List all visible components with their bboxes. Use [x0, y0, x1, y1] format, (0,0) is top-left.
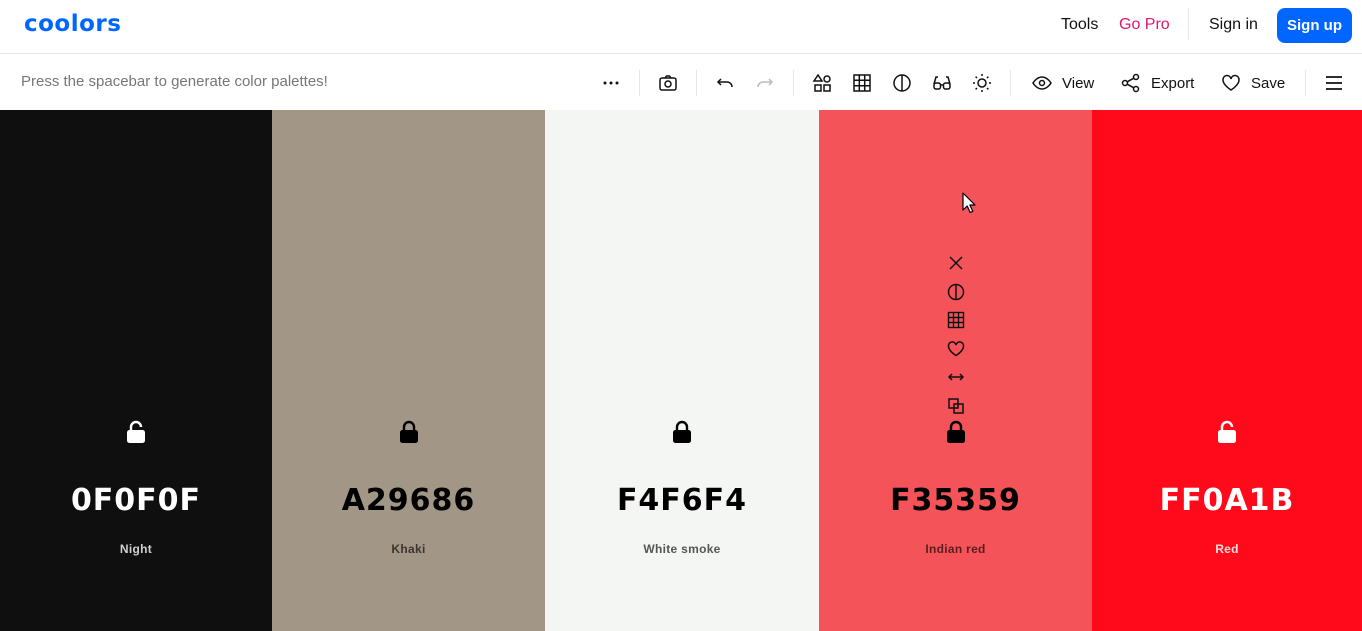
heart-icon [1222, 74, 1240, 91]
swatch-tools [944, 251, 968, 423]
color-name[interactable]: Red [1092, 542, 1362, 556]
hex-code[interactable]: 0F0F0F [0, 483, 272, 518]
glasses-icon[interactable] [930, 71, 954, 95]
drag-arrows-icon[interactable] [944, 365, 968, 389]
shapes-icon[interactable] [810, 71, 834, 95]
toolbar-divider [1305, 70, 1306, 96]
color-swatch[interactable]: FF0A1B Red [1092, 110, 1362, 631]
eye-icon [1032, 76, 1052, 90]
lock-icon[interactable] [671, 420, 693, 444]
palette-toolbar: Press the spacebar to generate color pal… [0, 55, 1362, 110]
undo-icon[interactable] [713, 71, 737, 95]
coolors-logo[interactable]: coolors [24, 11, 121, 37]
contrast-icon[interactable] [944, 280, 968, 304]
mouse-cursor-icon [962, 192, 976, 214]
nav-divider [1188, 8, 1189, 40]
lock-icon[interactable] [398, 420, 420, 444]
hex-code[interactable]: F35359 [819, 483, 1092, 518]
view-button[interactable]: View [1032, 71, 1094, 95]
redo-icon[interactable] [753, 71, 777, 95]
color-swatch[interactable]: 0F0F0F Night [0, 110, 272, 631]
toolbar-divider [696, 70, 697, 96]
unlocked-icon[interactable] [125, 420, 147, 444]
camera-icon[interactable] [656, 71, 680, 95]
share-icon [1121, 73, 1140, 93]
color-swatch[interactable]: F35359 Indian red [819, 110, 1092, 631]
sign-in-link[interactable]: Sign in [1209, 15, 1258, 35]
top-navigation: coolors Tools Go Pro Sign in Sign up [0, 0, 1362, 54]
sign-up-button[interactable]: Sign up [1277, 8, 1352, 43]
color-name[interactable]: Khaki [272, 542, 545, 556]
shades-grid-icon[interactable] [944, 308, 968, 332]
color-swatch[interactable]: A29686 Khaki [272, 110, 545, 631]
color-name[interactable]: White smoke [545, 542, 819, 556]
remove-color-icon[interactable] [944, 251, 968, 275]
brightness-icon[interactable] [970, 71, 994, 95]
export-label: Export [1151, 74, 1195, 92]
lock-icon[interactable] [945, 420, 967, 444]
copy-icon[interactable] [944, 394, 968, 418]
color-palette: 0F0F0F Night A29686 Khaki F4F6F4 White s… [0, 110, 1362, 631]
tools-link[interactable]: Tools [1061, 15, 1098, 35]
unlocked-icon[interactable] [1216, 420, 1238, 444]
menu-icon[interactable] [1322, 71, 1346, 95]
hex-code[interactable]: FF0A1B [1092, 483, 1362, 518]
more-options-icon[interactable] [599, 71, 623, 95]
save-label: Save [1251, 74, 1286, 92]
hex-code[interactable]: A29686 [272, 483, 545, 518]
toolbar-divider [793, 70, 794, 96]
view-label: View [1062, 74, 1095, 92]
toolbar-divider [639, 70, 640, 96]
save-button[interactable]: Save [1221, 71, 1285, 95]
go-pro-link[interactable]: Go Pro [1119, 15, 1170, 35]
contrast-icon[interactable] [890, 71, 914, 95]
heart-icon[interactable] [944, 337, 968, 361]
export-button[interactable]: Export [1121, 71, 1194, 95]
color-name[interactable]: Indian red [819, 542, 1092, 556]
grid-icon[interactable] [850, 71, 874, 95]
hex-code[interactable]: F4F6F4 [545, 483, 819, 518]
color-name[interactable]: Night [0, 542, 272, 556]
generate-hint: Press the spacebar to generate color pal… [21, 73, 328, 90]
color-swatch[interactable]: F4F6F4 White smoke [545, 110, 819, 631]
toolbar-divider [1010, 70, 1011, 96]
